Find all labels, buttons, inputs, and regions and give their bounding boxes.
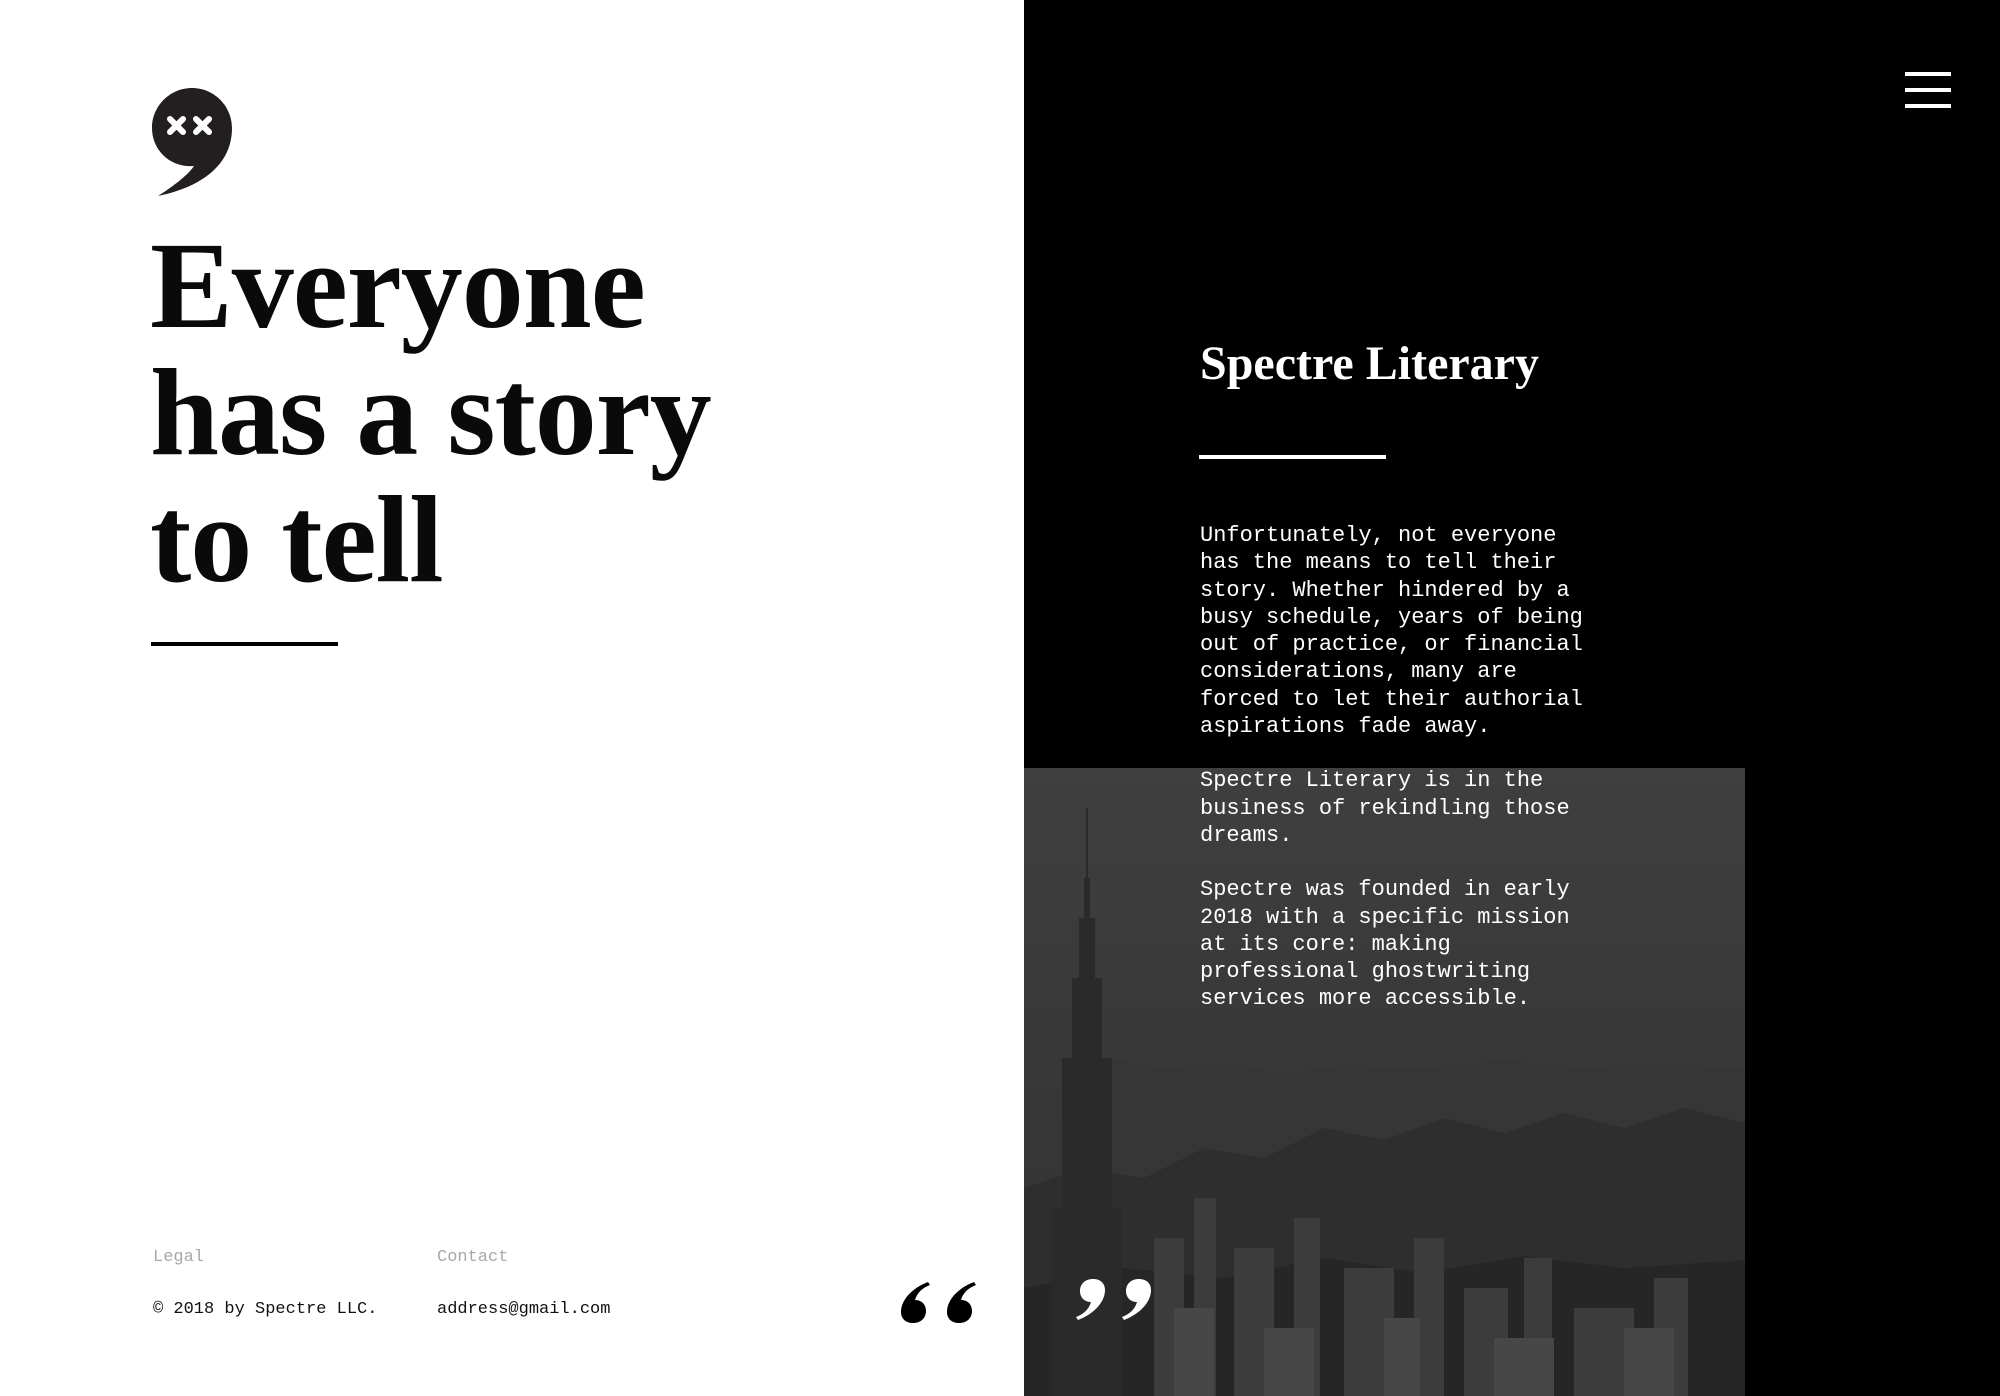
footer-legal-label[interactable]: Legal: [153, 1248, 204, 1267]
headline-line-2: has a story: [150, 344, 712, 481]
logo-comma-icon[interactable]: [150, 86, 234, 198]
footer-contact-label[interactable]: Contact: [437, 1248, 508, 1267]
footer-email-link[interactable]: address@gmail.com: [437, 1300, 610, 1319]
headline-line-1: Everyone: [150, 217, 646, 354]
about-text: Unfortunately, not everyone has the mean…: [1200, 522, 1620, 1040]
close-quote-icon: [1076, 1279, 1151, 1320]
about-paragraph-2: Spectre Literary is in the business of r…: [1200, 768, 1570, 848]
hamburger-menu-icon[interactable]: [1905, 72, 1951, 108]
brand-title: Spectre Literary: [1200, 337, 1539, 390]
hero-headline: Everyone has a story to tell: [150, 222, 850, 603]
headline-divider: [151, 642, 338, 646]
about-paragraph-3: Spectre was founded in early 2018 with a…: [1200, 877, 1570, 1012]
brand-divider: [1199, 455, 1386, 459]
open-quote-icon: [901, 1282, 976, 1323]
menu-bar-bottom: [1905, 104, 1951, 108]
menu-bar-middle: [1905, 88, 1951, 92]
headline-line-3: to tell: [150, 471, 444, 608]
left-panel: [0, 0, 1024, 1396]
footer-copyright: © 2018 by Spectre LLC.: [153, 1300, 378, 1319]
menu-bar-top: [1905, 72, 1951, 76]
about-paragraph-1: Unfortunately, not everyone has the mean…: [1200, 523, 1583, 740]
